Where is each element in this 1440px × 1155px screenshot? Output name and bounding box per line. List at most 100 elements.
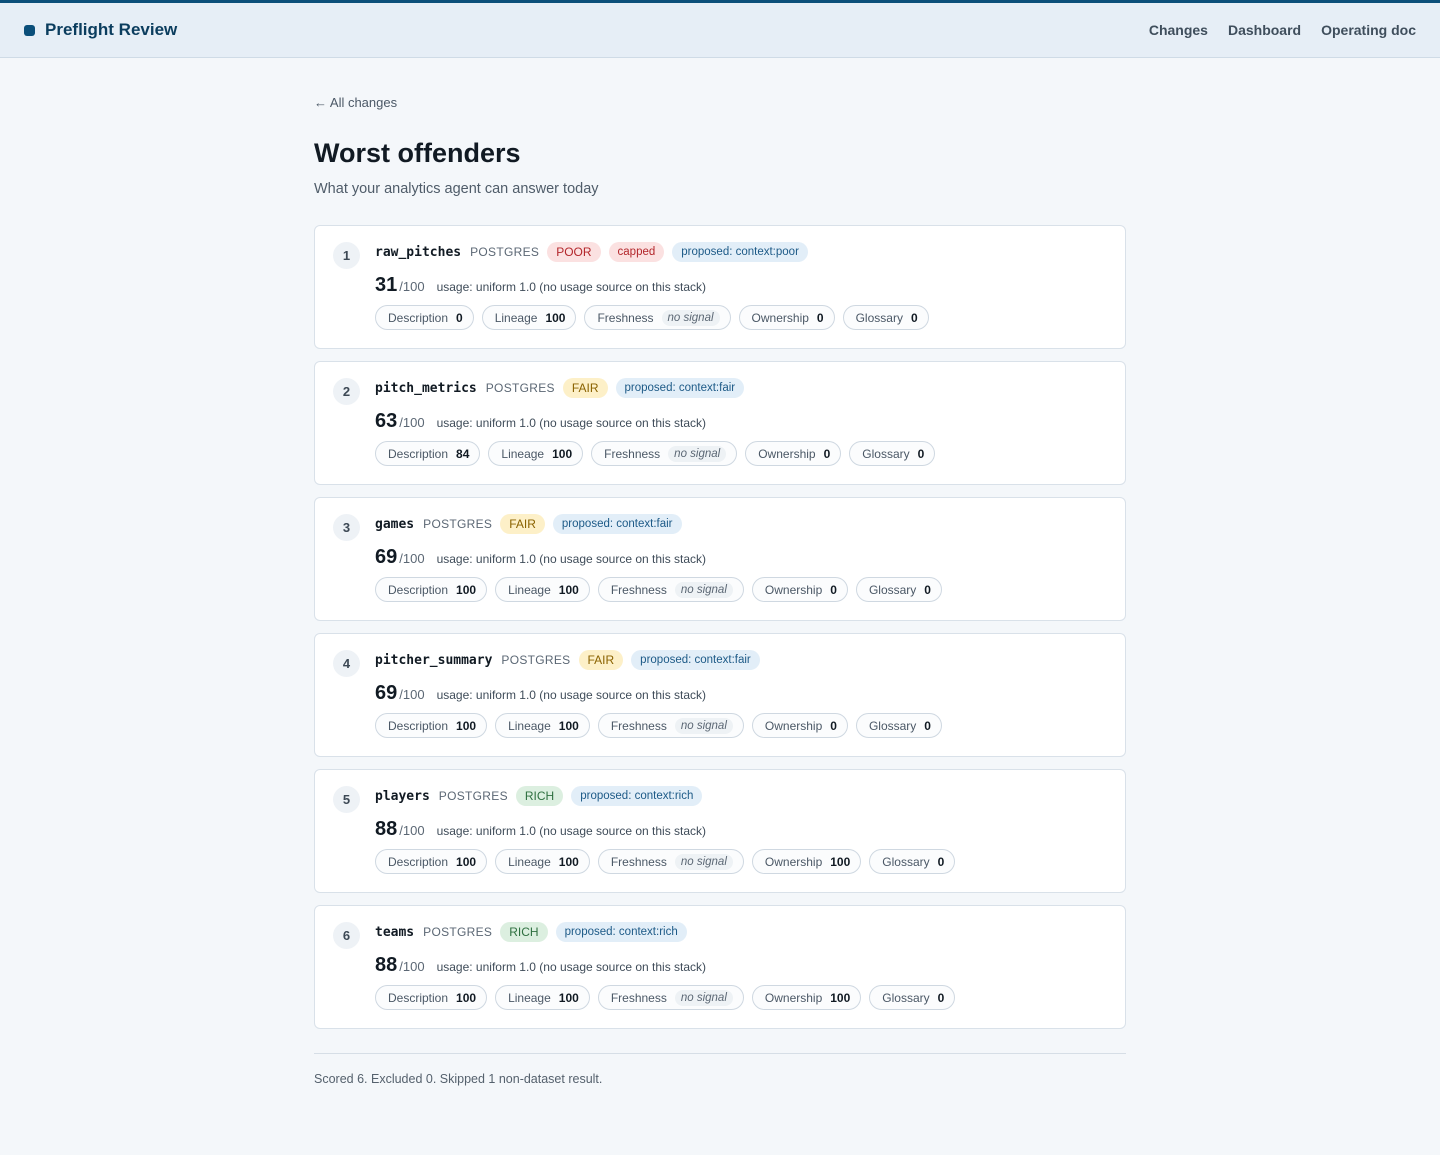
usage-note: usage: uniform 1.0 (no usage source on t…	[436, 280, 707, 294]
metric-ownership: Ownership 100	[751, 849, 862, 874]
brand-name: Preflight Review	[45, 20, 178, 39]
metric-description: Description 100	[375, 985, 488, 1010]
proposed-tag: proposed: context:fair	[615, 378, 745, 398]
tier-badge: FAIR	[500, 514, 545, 534]
usage-note: usage: uniform 1.0 (no usage source on t…	[436, 824, 707, 838]
metric-glossary: Glossary 0	[842, 305, 929, 330]
metric-freshness: Freshness no signal	[597, 985, 744, 1010]
no-signal-tag: no signal	[668, 445, 727, 462]
metric-glossary: Glossary 0	[855, 577, 942, 602]
top-nav: Changes Dashboard Operating doc	[1149, 22, 1416, 38]
metric-freshness: Freshness no signal	[597, 577, 744, 602]
offender-card[interactable]: 4 pitcher_summary POSTGRES FAIR proposed…	[314, 633, 1126, 757]
page-subtitle: What your analytics agent can answer tod…	[314, 181, 599, 197]
rank-badge: 2	[333, 378, 360, 405]
nav-dashboard[interactable]: Dashboard	[1228, 22, 1301, 38]
metric-ownership: Ownership 0	[751, 577, 848, 602]
proposed-tag: proposed: context:poor	[672, 242, 808, 262]
dataset-name[interactable]: pitch_metrics	[375, 381, 477, 396]
rank-badge: 5	[333, 786, 360, 813]
proposed-tag: proposed: context:rich	[571, 786, 703, 806]
score-max: /100	[399, 415, 425, 430]
metric-glossary: Glossary 0	[849, 441, 936, 466]
metric-lineage: Lineage 100	[495, 713, 590, 738]
brand-logo-icon	[24, 24, 35, 36]
dataset-name[interactable]: raw_pitches	[375, 245, 461, 260]
dataset-name[interactable]: pitcher_summary	[375, 653, 492, 668]
usage-note: usage: uniform 1.0 (no usage source on t…	[436, 416, 707, 430]
offender-card[interactable]: 5 players POSTGRES RICH proposed: contex…	[314, 769, 1126, 893]
usage-note: usage: uniform 1.0 (no usage source on t…	[436, 960, 707, 974]
metric-row: Description 100 Lineage 100 Freshness no si…	[375, 713, 1125, 738]
metric-row: Description 84 Lineage 100 Freshness no sig…	[375, 441, 1125, 466]
metric-glossary: Glossary 0	[869, 849, 956, 874]
brand[interactable]: Preflight Review	[24, 20, 177, 40]
metric-glossary: Glossary 0	[855, 713, 942, 738]
platform-label: POSTGRES	[470, 245, 540, 259]
score-value: 69	[375, 546, 398, 568]
platform-label: POSTGRES	[485, 381, 555, 395]
proposed-tag: proposed: context:fair	[631, 650, 760, 670]
no-signal-tag: no signal	[661, 309, 720, 326]
tier-badge: POOR	[547, 242, 601, 262]
no-signal-tag: no signal	[674, 581, 733, 598]
score-max: /100	[399, 823, 425, 838]
capped-badge: capped	[608, 242, 665, 262]
usage-note: usage: uniform 1.0 (no usage source on t…	[436, 552, 707, 566]
score-max: /100	[399, 279, 425, 294]
metric-lineage: Lineage 100	[495, 577, 590, 602]
score-max: /100	[399, 959, 425, 974]
no-signal-tag: no signal	[674, 989, 733, 1006]
top-bar: Preflight Review Changes Dashboard Opera…	[0, 0, 1440, 58]
rank-badge: 4	[333, 650, 360, 677]
metric-freshness: Freshness no signal	[591, 441, 738, 466]
score-max: /100	[399, 687, 425, 702]
tier-badge: RICH	[515, 786, 564, 806]
rank-badge: 6	[333, 922, 360, 949]
tier-badge: FAIR	[562, 378, 608, 398]
metric-description: Description 84	[375, 441, 481, 466]
dataset-name[interactable]: games	[375, 517, 414, 532]
metric-ownership: Ownership 100	[751, 985, 862, 1010]
rank-badge: 3	[333, 514, 360, 541]
score-value: 88	[375, 818, 398, 840]
platform-label: POSTGRES	[423, 517, 493, 531]
metric-row: Description 100 Lineage 100 Freshness no si…	[375, 849, 1125, 874]
metric-lineage: Lineage 100	[495, 985, 590, 1010]
dataset-name[interactable]: players	[375, 789, 430, 804]
nav-operating-doc[interactable]: Operating doc	[1321, 22, 1416, 38]
tier-badge: RICH	[500, 922, 548, 942]
score-max: /100	[399, 551, 425, 566]
metric-freshness: Freshness no signal	[584, 305, 731, 330]
score-value: 88	[375, 954, 398, 976]
proposed-tag: proposed: context:rich	[555, 922, 687, 942]
metric-description: Description 0	[375, 305, 474, 330]
metric-description: Description 100	[375, 713, 488, 738]
offender-card[interactable]: 3 games POSTGRES FAIR proposed: context:…	[314, 497, 1126, 621]
metric-row: Description 0 Lineage 100 Freshness no sign…	[375, 305, 1125, 330]
metric-freshness: Freshness no signal	[597, 849, 744, 874]
no-signal-tag: no signal	[674, 853, 733, 870]
back-to-all-changes-link[interactable]: ← All changes	[314, 95, 397, 110]
usage-note: usage: uniform 1.0 (no usage source on t…	[436, 688, 707, 702]
summary-footer: Scored 6. Excluded 0. Skipped 1 non-data…	[314, 1053, 1126, 1086]
score-value: 31	[375, 274, 398, 296]
metric-lineage: Lineage 100	[488, 441, 584, 466]
page-title: Worst offenders	[314, 138, 521, 168]
metric-ownership: Ownership 0	[745, 441, 842, 466]
metric-description: Description 100	[375, 577, 488, 602]
metric-row: Description 100 Lineage 100 Freshness no si…	[375, 985, 1125, 1010]
nav-changes[interactable]: Changes	[1149, 22, 1208, 38]
score-value: 69	[375, 682, 398, 704]
offender-card[interactable]: 1 raw_pitches POSTGRES POOR capped propo…	[314, 225, 1126, 349]
metric-lineage: Lineage 100	[495, 849, 590, 874]
metric-glossary: Glossary 0	[869, 985, 956, 1010]
metric-freshness: Freshness no signal	[597, 713, 744, 738]
rank-badge: 1	[333, 242, 360, 269]
offender-list: 1 raw_pitches POSTGRES POOR capped propo…	[314, 225, 1126, 1029]
dataset-name[interactable]: teams	[375, 925, 414, 940]
offender-card[interactable]: 2 pitch_metrics POSTGRES FAIR proposed: …	[314, 361, 1126, 485]
tier-badge: FAIR	[578, 650, 624, 670]
offender-card[interactable]: 6 teams POSTGRES RICH proposed: context:…	[314, 905, 1126, 1029]
metric-ownership: Ownership 0	[751, 713, 848, 738]
